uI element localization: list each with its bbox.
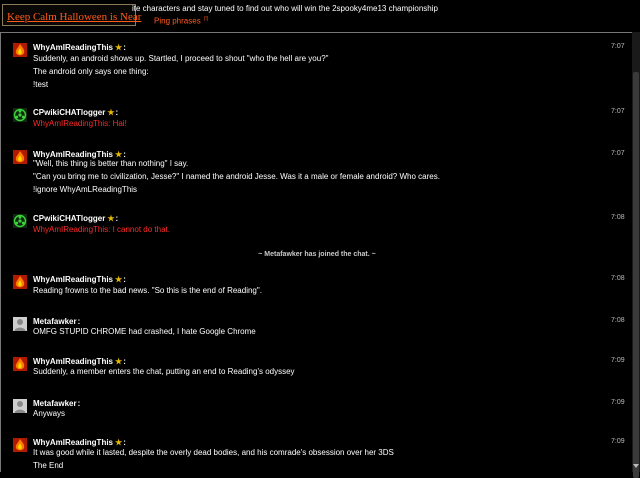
flame-avatar[interactable] [13, 150, 27, 164]
author-name-text: WhyAmIReadingThis [33, 275, 114, 284]
ping-phrases-label: Ping phrases [154, 16, 201, 26]
message-timestamp: 7:09 [611, 357, 625, 364]
author-name[interactable]: WhyAmIReadingThis ★: [33, 438, 126, 447]
message-timestamp: 7:09 [611, 399, 625, 406]
message-timestamp: 7:08 [611, 275, 625, 282]
ping-phrases-count: (!) [203, 16, 209, 22]
author-name-text: WhyAmIReadingThis [33, 150, 114, 159]
author-name-text: CPwikiCHATlogger [33, 108, 106, 117]
message-line: !ignore WhyAmLReadingThis [33, 185, 138, 194]
message-line: Suddenly, an android shows up. Startled,… [33, 54, 329, 63]
flame-avatar[interactable] [13, 275, 27, 289]
author-name[interactable]: WhyAmIReadingThis ★: [33, 357, 126, 366]
author-name-text: Metafawker [33, 317, 77, 326]
flame-avatar[interactable] [13, 43, 27, 57]
author-name[interactable]: WhyAmIReadingThis ★: [33, 275, 126, 284]
star-icon: ★ [107, 214, 115, 223]
author-name[interactable]: CPwikiCHATlogger ★: [33, 214, 118, 223]
message-line: WhyAmIReadingThis: Hai! [33, 119, 127, 128]
message-timestamp: 7:07 [611, 108, 625, 115]
message-line: "Well, this thing is better than nothing… [33, 159, 189, 168]
star-icon: ★ [115, 275, 123, 284]
message-line: "Can you bring me to civilization, Jesse… [33, 172, 440, 181]
star-icon: ★ [107, 108, 115, 117]
flame-avatar[interactable] [13, 438, 27, 452]
author-name-text: WhyAmIReadingThis [33, 357, 114, 366]
chat-log: WhyAmIReadingThis ★: 7:07 Suddenly, an an… [0, 32, 632, 472]
star-icon: ★ [115, 357, 123, 366]
message-timestamp: 7:08 [611, 214, 625, 221]
message-timestamp: 7:07 [611, 150, 625, 157]
author-name-text: Metafawker [33, 399, 77, 408]
default-avatar[interactable] [13, 317, 27, 331]
message-timestamp: 7:08 [611, 317, 625, 324]
message-line: Reading frowns to the bad news. "So this… [33, 286, 262, 295]
message-line: The End [33, 461, 64, 470]
wiki-logo[interactable]: Keep Calm Halloween is Near [2, 4, 141, 26]
default-avatar[interactable] [13, 399, 27, 413]
biohazard-avatar[interactable] [13, 214, 27, 228]
star-icon: ★ [115, 150, 123, 159]
chat-inline-alert: ~ Metafawker has joined the chat. ~ [258, 251, 376, 258]
message-timestamp: 7:09 [611, 438, 625, 445]
message-timestamp: 7:07 [611, 43, 625, 50]
author-name[interactable]: Metafawker: [33, 399, 80, 408]
scrollbar-thumb[interactable] [633, 72, 639, 478]
author-name-text: WhyAmIReadingThis [33, 43, 114, 52]
flame-avatar[interactable] [13, 357, 27, 371]
author-name[interactable]: CPwikiCHATlogger ★: [33, 108, 118, 117]
message-line: WhyAmIReadingThis: I cannot do that. [33, 225, 170, 234]
message-line: The android only says one thing: [33, 67, 149, 76]
author-name[interactable]: Metafawker: [33, 317, 80, 326]
message-line: Anyways [33, 409, 66, 418]
chat-motd: ite characters and stay tuned to find ou… [132, 4, 438, 13]
message-line: It was good while it lasted, despite the… [33, 448, 394, 457]
message-line: OMFG STUPID CHROME had crashed, I hate G… [33, 327, 256, 336]
author-name-text: WhyAmIReadingThis [33, 438, 114, 447]
message-line: Suddenly, a member enters the chat, putt… [33, 367, 295, 376]
author-name-text: CPwikiCHATlogger [33, 214, 106, 223]
chat-scrollbar[interactable] [632, 32, 640, 478]
scroll-down-arrow-icon[interactable] [633, 464, 639, 468]
author-name[interactable]: WhyAmIReadingThis ★: [33, 150, 126, 159]
ping-phrases-link[interactable]: Ping phrases (!) [154, 16, 208, 26]
wiki-logo-text: Keep Calm Halloween is Near [7, 11, 142, 23]
top-bar: Keep Calm Halloween is Near ite characte… [0, 0, 640, 28]
author-name[interactable]: WhyAmIReadingThis ★: [33, 43, 126, 52]
star-icon: ★ [115, 438, 123, 447]
message-line: !test [33, 80, 49, 89]
star-icon: ★ [115, 43, 123, 52]
biohazard-avatar[interactable] [13, 108, 27, 122]
